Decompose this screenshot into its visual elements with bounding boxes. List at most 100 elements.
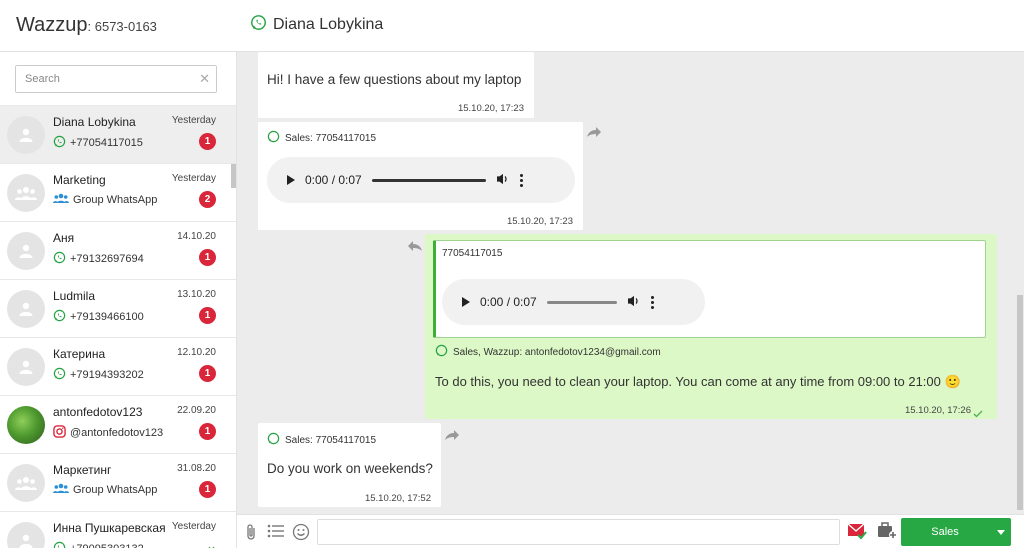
chat-date: Yesterday	[171, 521, 216, 532]
sales-button-label: Sales	[931, 526, 959, 538]
read-check-icon	[973, 407, 985, 421]
chat-name: antonfedotov123	[53, 405, 143, 419]
brand-name: Wazzup	[16, 14, 88, 36]
avatar	[7, 464, 45, 502]
message-time: 15.10.20, 17:23	[506, 216, 573, 227]
play-icon[interactable]	[287, 175, 295, 185]
message-input-box	[317, 519, 840, 545]
chat-date: 12.10.20	[177, 347, 216, 358]
chat-date: 22.09.20	[177, 405, 216, 416]
chat-name: Катерина	[53, 347, 106, 361]
chat-contact: Group WhatsApp	[73, 194, 158, 206]
chat-contact: +79095303132	[70, 543, 144, 548]
chat-date: Yesterday	[171, 173, 216, 184]
chat-name: Ludmila	[53, 289, 96, 303]
volume-icon[interactable]	[627, 295, 641, 310]
chat-title-text: Diana Lobykina	[273, 16, 384, 33]
chat-list-item[interactable]: antonfedotov123 22.09.20 @antonfedotov123 1	[0, 396, 236, 454]
chevron-down-icon[interactable]	[997, 529, 1005, 535]
group-icon	[53, 193, 69, 207]
message-input[interactable]	[318, 520, 839, 544]
message-text: To do this, you need to clean your lapto…	[435, 374, 961, 389]
unread-badge: 1	[199, 307, 216, 324]
conversation-scrollbar[interactable]	[1017, 295, 1023, 510]
chat-subtitle: +77054117015	[53, 135, 143, 151]
search-input[interactable]	[16, 66, 186, 92]
chat-subtitle: +79139466100	[53, 309, 144, 325]
emoji-icon[interactable]	[292, 523, 310, 544]
chat-date: 13.10.20	[177, 289, 216, 300]
audio-player[interactable]: 0:00 / 0:07	[442, 279, 705, 325]
whatsapp-icon	[53, 541, 66, 548]
chat-name: Аня	[53, 231, 75, 245]
whatsapp-icon	[267, 130, 280, 146]
message-incoming: Hi! I have a few questions about my lapt…	[258, 52, 534, 118]
audio-time: 0:00 / 0:07	[480, 295, 537, 309]
chat-subtitle: +79194393202	[53, 367, 144, 383]
play-icon[interactable]	[462, 297, 470, 307]
chat-subtitle: +79095303132	[53, 541, 144, 548]
quoted-message[interactable]: 77054117015 0:00 / 0:07	[433, 240, 986, 338]
top-bar: Wazzup: 6573-0163 Diana Lobykina	[0, 0, 1024, 52]
chat-name: Diana Lobykina	[53, 115, 136, 129]
chat-list-item[interactable]: Маркетинг 31.08.20 Group WhatsApp 1	[0, 454, 236, 512]
chat-list-item[interactable]: Marketing Yesterday Group WhatsApp 2	[0, 164, 236, 222]
double-check-icon	[202, 543, 216, 548]
chat-list-sidebar: ✕ Diana Lobykina Yesterday +77054117015 1 Ma…	[0, 52, 237, 548]
unread-badge: 1	[199, 133, 216, 150]
chat-subtitle: Group WhatsApp	[53, 483, 157, 497]
chat-list-item[interactable]: Инна Пушкаревская Yesterday +79095303132	[0, 512, 236, 548]
reply-icon[interactable]	[407, 240, 423, 255]
chat-list: Diana Lobykina Yesterday +77054117015 1 Mark…	[0, 106, 236, 548]
avatar	[7, 232, 45, 270]
chat-list-item[interactable]: Ludmila 13.10.20 +79139466100 1	[0, 280, 236, 338]
unread-badge: 1	[199, 249, 216, 266]
more-options-icon[interactable]	[519, 173, 523, 187]
whatsapp-icon	[435, 344, 448, 360]
chat-name: Marketing	[53, 173, 106, 187]
chat-list-item[interactable]: Катерина 12.10.20 +79194393202 1	[0, 338, 236, 396]
chat-name: Маркетинг	[53, 463, 112, 477]
avatar	[7, 174, 45, 212]
unread-badge: 1	[199, 365, 216, 382]
message-incoming-audio: Sales: 77054117015 0:00 / 0:07 15.10.20,…	[258, 122, 583, 230]
more-options-icon[interactable]	[650, 295, 654, 309]
chat-contact: Group WhatsApp	[73, 484, 158, 496]
search-box: ✕	[15, 65, 217, 93]
chat-list-item[interactable]: Diana Lobykina Yesterday +77054117015 1	[0, 106, 236, 164]
avatar	[7, 522, 45, 548]
account-number: : 6573-0163	[87, 19, 157, 34]
message-time: 15.10.20, 17:26	[904, 405, 971, 416]
message-text: Hi! I have a few questions about my lapt…	[267, 72, 522, 87]
forward-icon[interactable]	[586, 126, 602, 141]
avatar	[7, 406, 45, 444]
whatsapp-icon	[53, 309, 66, 325]
volume-icon[interactable]	[496, 173, 510, 188]
audio-player[interactable]: 0:00 / 0:07	[267, 157, 575, 203]
audio-progress[interactable]	[371, 178, 486, 182]
sender-label: Sales, Wazzup: antonfedotov1234@gmail.co…	[453, 346, 661, 358]
unread-badge: 1	[199, 423, 216, 440]
chat-list-item[interactable]: Аня 14.10.20 +79132697694 1	[0, 222, 236, 280]
whatsapp-icon	[267, 432, 280, 448]
message-text: Do you work on weekends?	[267, 461, 433, 476]
forward-icon[interactable]	[444, 429, 460, 444]
templates-list-icon[interactable]	[267, 523, 285, 542]
group-icon	[53, 483, 69, 497]
chat-subtitle: +79132697694	[53, 251, 144, 267]
audio-progress[interactable]	[546, 300, 617, 304]
message-composer: Sales	[237, 514, 1024, 548]
mark-read-mail-icon[interactable]	[847, 522, 867, 543]
attach-icon[interactable]	[245, 523, 257, 544]
sales-channel-button[interactable]: Sales	[901, 518, 1011, 546]
search-area: ✕	[0, 52, 236, 106]
clear-search-icon[interactable]: ✕	[199, 71, 210, 87]
whatsapp-icon	[250, 14, 267, 36]
avatar	[7, 116, 45, 154]
add-deal-briefcase-icon[interactable]	[877, 521, 897, 543]
avatar	[7, 290, 45, 328]
chat-date: 31.08.20	[177, 463, 216, 474]
chat-date: Yesterday	[171, 115, 216, 126]
message-sender: Sales: 77054117015	[267, 130, 376, 146]
message-sender: Sales: 77054117015	[267, 432, 376, 448]
